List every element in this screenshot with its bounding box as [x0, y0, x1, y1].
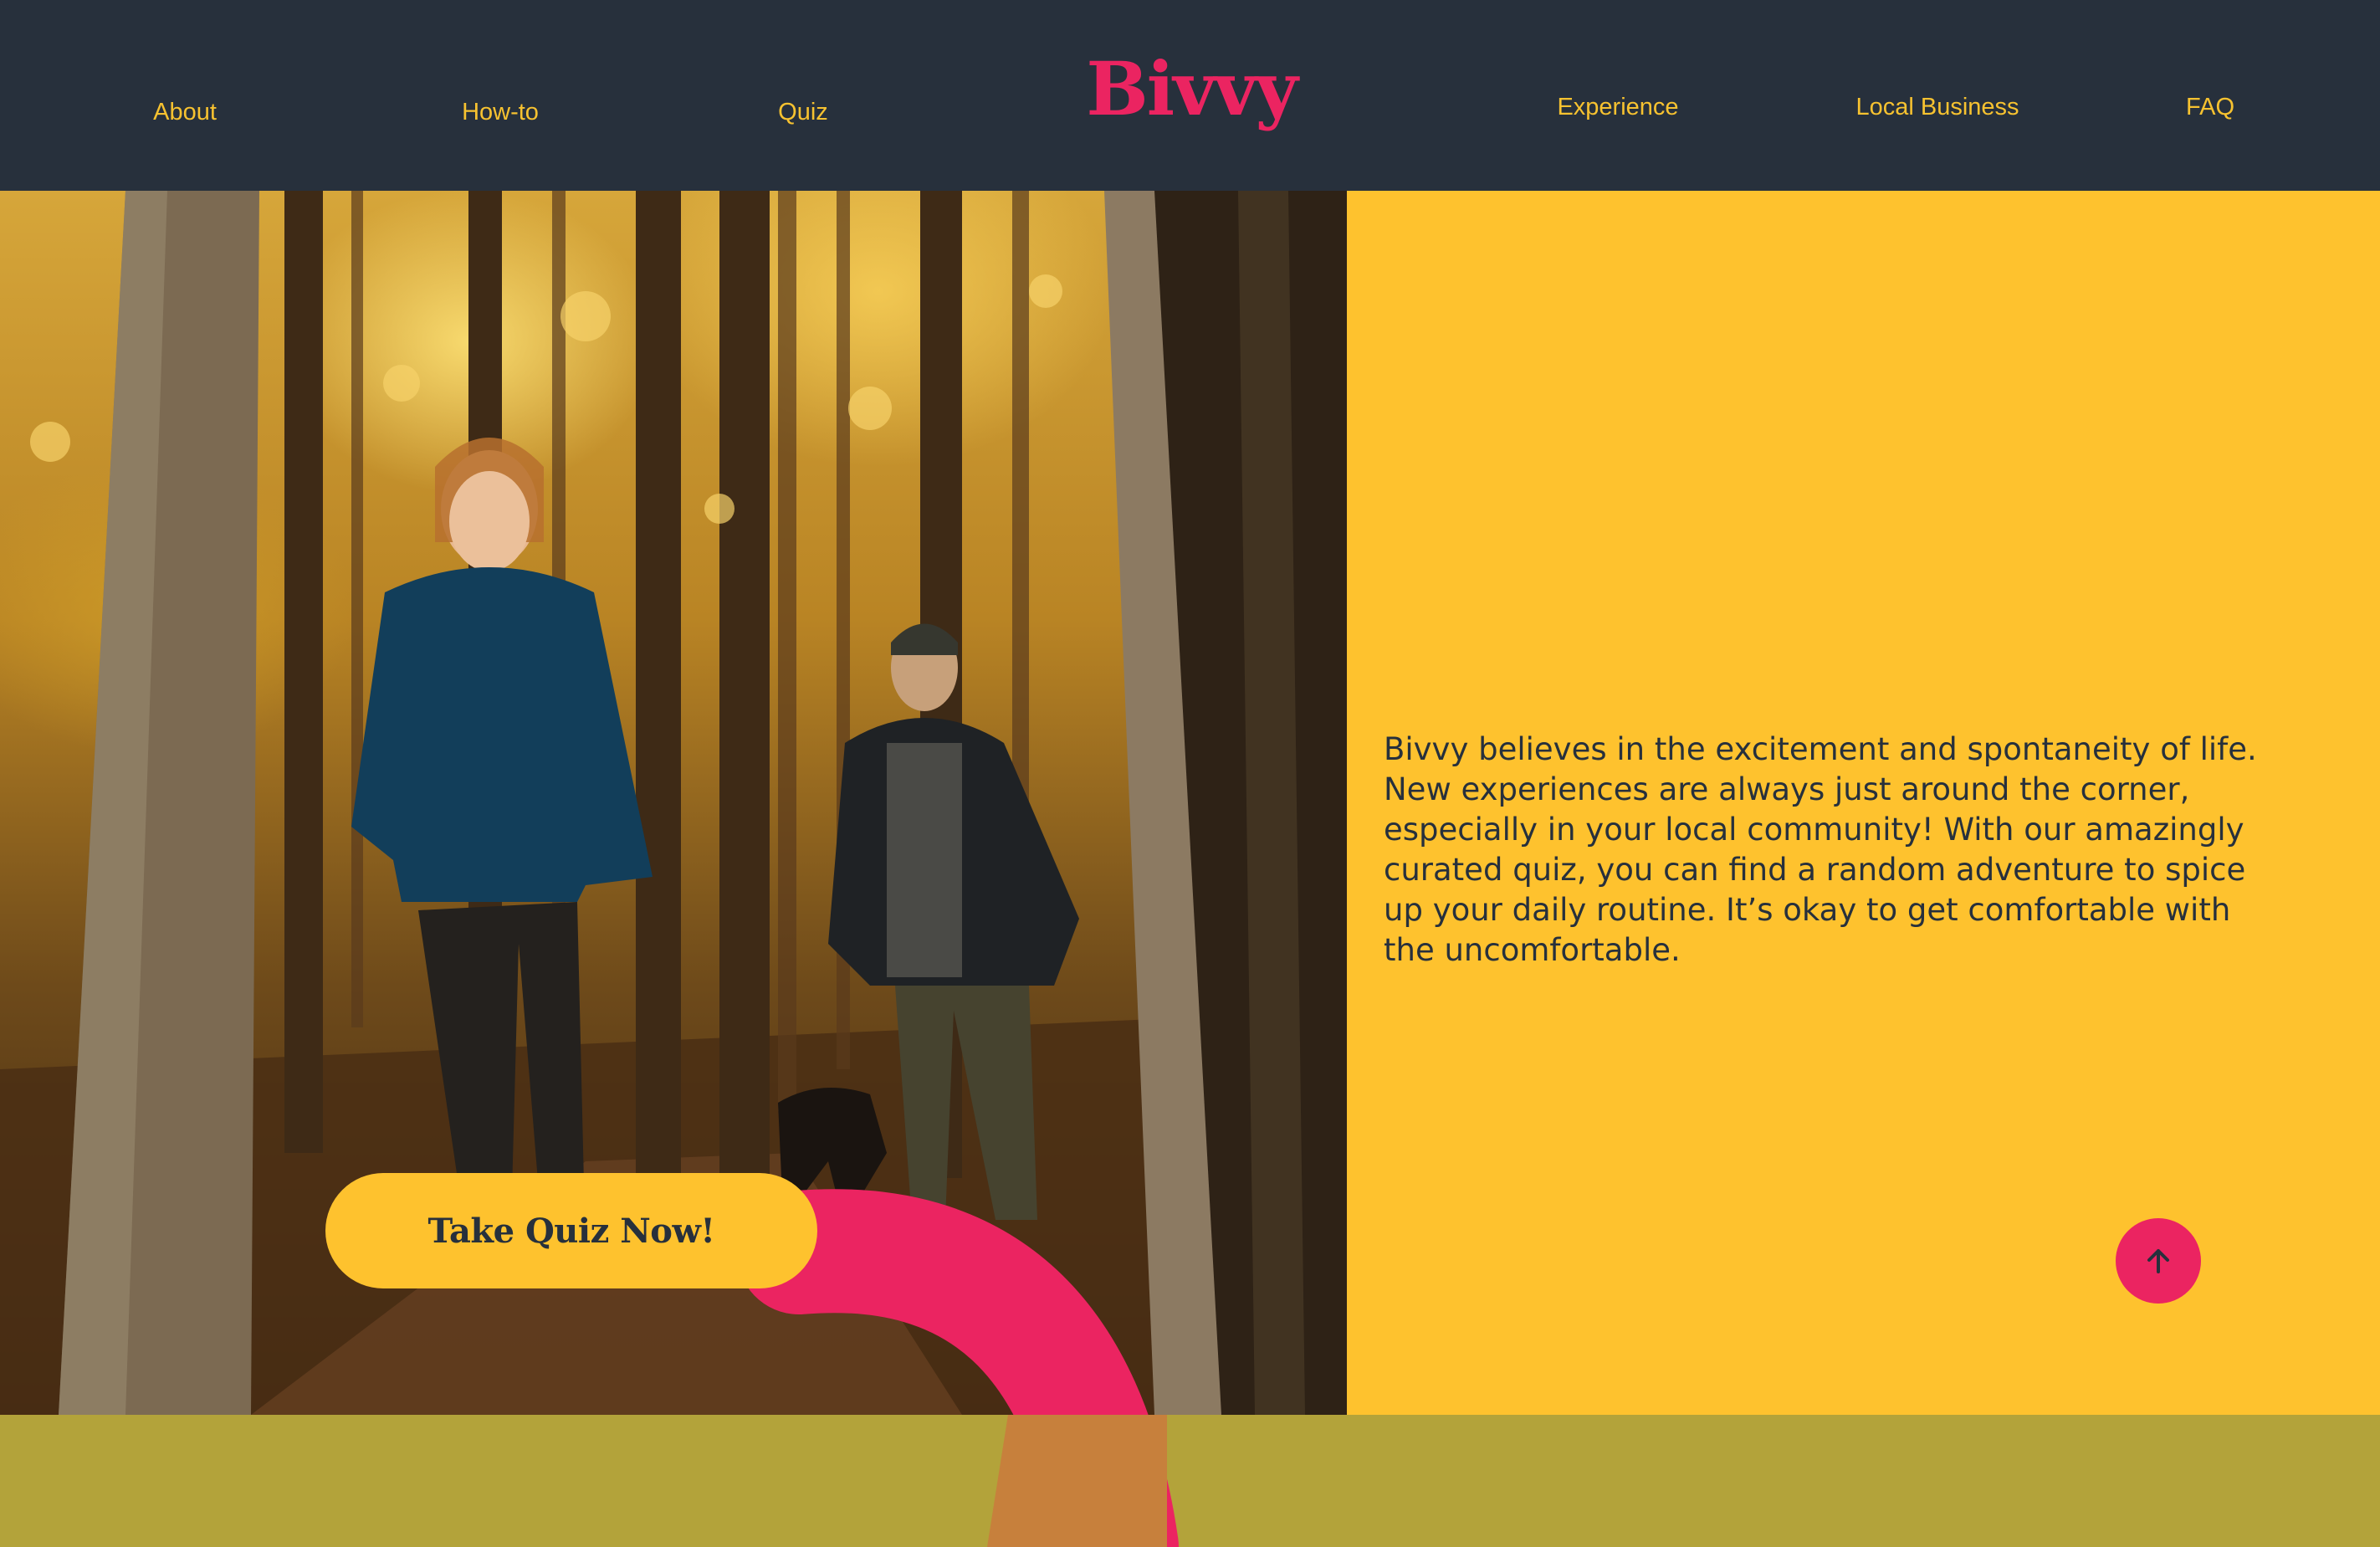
- nav-about[interactable]: About: [153, 99, 217, 126]
- nav-quiz[interactable]: Quiz: [778, 99, 828, 126]
- bottom-band: [0, 1415, 2380, 1547]
- nav-faq[interactable]: FAQ: [2186, 94, 2234, 121]
- site-header: About How-to Quiz Bivvy Experience Local…: [0, 0, 2380, 191]
- intro-paragraph: Bivvy believes in the excitement and spo…: [1384, 731, 2257, 968]
- nav-how-to[interactable]: How-to: [462, 99, 539, 126]
- intro-panel: Bivvy believes in the excitement and spo…: [1347, 191, 2380, 1415]
- nav-experience[interactable]: Experience: [1557, 94, 1678, 121]
- take-quiz-button[interactable]: Take Quiz Now!: [325, 1173, 817, 1288]
- scroll-to-top-button[interactable]: [2116, 1218, 2201, 1304]
- nav-local-business[interactable]: Local Business: [1855, 94, 2019, 121]
- arrow-up-icon: [2147, 1249, 2169, 1273]
- bivvy-logo[interactable]: Bivvy: [1086, 52, 1297, 126]
